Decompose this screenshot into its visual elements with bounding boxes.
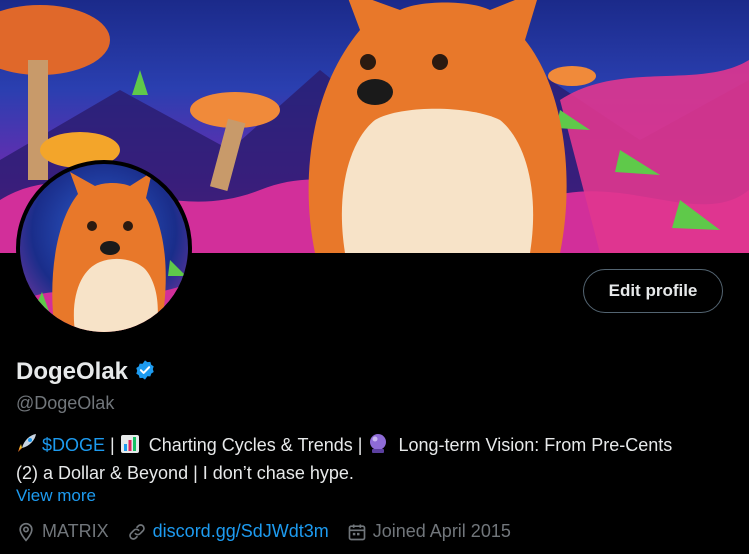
- joined-text: Joined April 2015: [372, 521, 511, 541]
- crystal-ball-icon: [367, 432, 389, 461]
- verified-badge-icon[interactable]: [134, 359, 156, 386]
- location-item: MATRIX: [16, 521, 109, 542]
- cashtag-link[interactable]: $DOGE: [42, 435, 105, 455]
- location-pin-icon: [19, 522, 33, 542]
- profile-meta: MATRIX discord.gg/SdJWdt3m Joined April …: [16, 521, 529, 542]
- website-item[interactable]: discord.gg/SdJWdt3m: [127, 521, 329, 542]
- location-text: MATRIX: [42, 521, 109, 541]
- bar-chart-icon: [120, 434, 140, 461]
- display-name: DogeOlak: [16, 358, 129, 385]
- bio-charting-text: Charting Cycles & Trends |: [143, 435, 368, 455]
- bio-line-2: (2) a Dollar & Beyond | I don’t chase hy…: [16, 463, 354, 483]
- profile-avatar[interactable]: [16, 160, 192, 336]
- bio-separator: |: [105, 435, 120, 455]
- profile-bio: $DOGE | Charting Cycles & Trends | Long-…: [16, 432, 736, 486]
- calendar-icon: [348, 524, 366, 540]
- view-more-link[interactable]: View more: [16, 486, 96, 506]
- joined-item: Joined April 2015: [347, 521, 511, 542]
- rocket-icon: [16, 432, 38, 461]
- link-icon: [128, 523, 145, 540]
- bio-vision-text: Long-term Vision: From Pre-Cents: [393, 435, 673, 455]
- user-handle: @DogeOlak: [16, 393, 115, 413]
- avatar-image: [20, 164, 188, 332]
- website-link[interactable]: discord.gg/SdJWdt3m: [153, 521, 329, 542]
- display-name-row: DogeOlak: [16, 358, 156, 386]
- edit-profile-button[interactable]: Edit profile: [583, 269, 723, 313]
